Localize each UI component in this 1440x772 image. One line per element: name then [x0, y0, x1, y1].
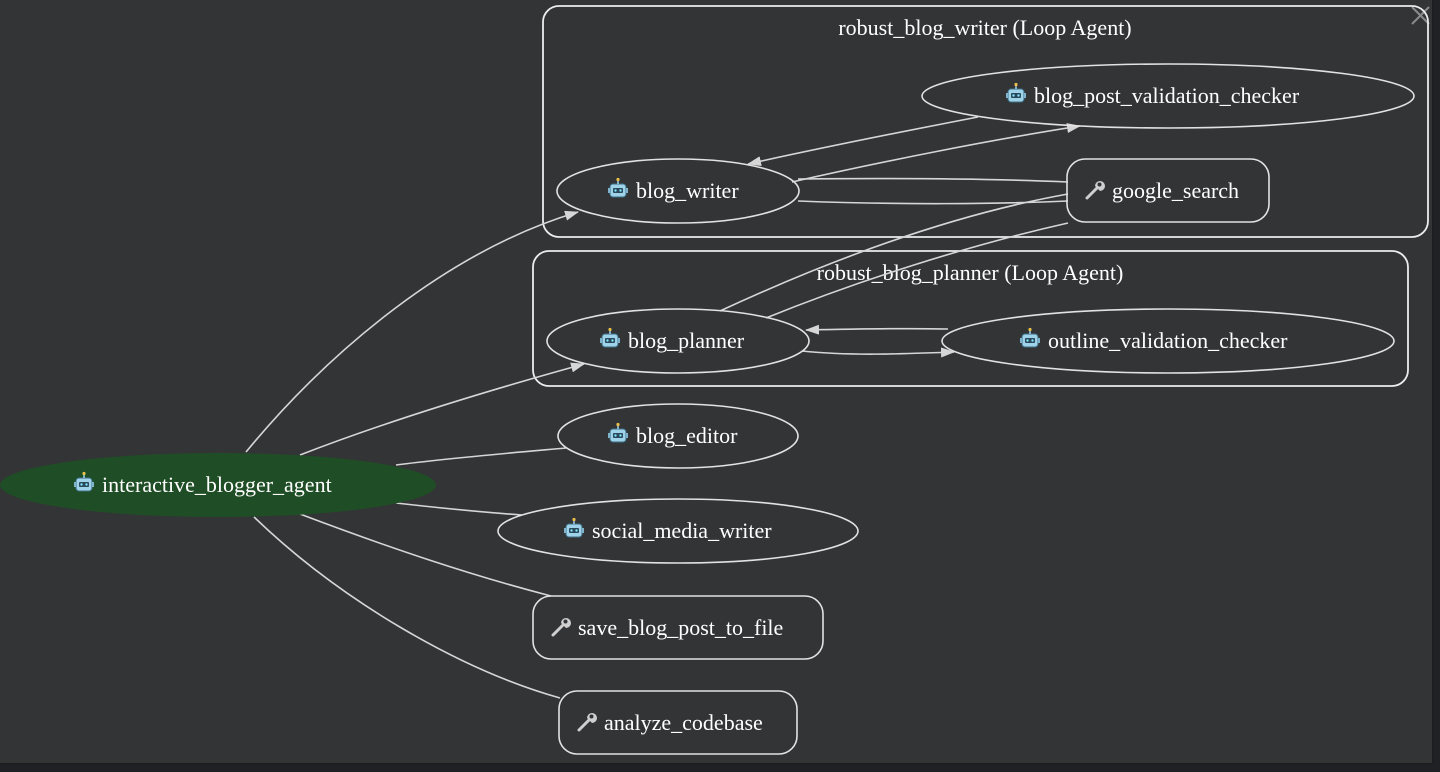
node-outline-validation-checker[interactable]: outline_validation_checker: [941, 308, 1395, 374]
node-label: blog_writer: [636, 178, 739, 203]
robot-icon: [563, 517, 585, 538]
cluster-title-writer: robust_blog_writer (Loop Agent): [838, 15, 1131, 40]
wrench-icon: [551, 616, 573, 637]
node-label: interactive_blogger_agent: [102, 472, 332, 497]
graph-canvas: robust_blog_writer (Loop Agent) robust_b…: [0, 0, 1434, 765]
robot-icon: [607, 177, 629, 198]
node-label: outline_validation_checker: [1048, 328, 1288, 353]
node-blog-planner[interactable]: blog_planner: [546, 308, 810, 374]
wrench-icon: [1085, 179, 1107, 200]
node-blog-writer[interactable]: blog_writer: [556, 158, 800, 224]
robot-icon: [1019, 327, 1041, 348]
cluster-robust-blog-planner: robust_blog_planner (Loop Agent): [532, 250, 1409, 387]
node-label: analyze_codebase: [604, 710, 763, 735]
node-interactive-blogger-agent[interactable]: interactive_blogger_agent: [0, 453, 436, 517]
node-label: save_blog_post_to_file: [578, 615, 783, 640]
node-label: social_media_writer: [592, 518, 772, 543]
edge-checker-to-planner: [805, 324, 949, 335]
edge-root-social-media-writer: [395, 502, 523, 516]
robot-icon: [599, 327, 621, 348]
agent-graph: robust_blog_writer (Loop Agent) robust_b…: [0, 5, 1430, 755]
robot-icon: [1005, 82, 1027, 103]
node-google-search[interactable]: google_search: [1066, 158, 1270, 223]
node-social-media-writer[interactable]: social_media_writer: [497, 498, 859, 564]
edge-writer-google-search-1: [797, 177, 1069, 183]
node-save-blog-post-to-file[interactable]: save_blog_post_to_file: [532, 595, 824, 660]
node-label: blog_post_validation_checker: [1034, 83, 1300, 108]
node-label: google_search: [1112, 178, 1239, 203]
node-blog-post-validation-checker[interactable]: blog_post_validation_checker: [921, 63, 1415, 129]
node-label: blog_planner: [628, 328, 745, 353]
node-label: blog_editor: [636, 423, 738, 448]
edge-root-blog-editor: [395, 447, 567, 466]
node-blog-editor[interactable]: blog_editor: [557, 403, 799, 469]
wrench-icon: [577, 711, 599, 732]
edges: [245, 116, 1081, 699]
edge-root-blog-planner: [299, 362, 585, 456]
edge-planner-to-checker: [801, 347, 955, 358]
node-analyze-codebase[interactable]: analyze_codebase: [558, 690, 798, 755]
edge-checker-to-writer: [747, 116, 979, 167]
edge-root-save-blog-post: [299, 513, 552, 597]
edge-writer-to-checker: [791, 123, 1081, 183]
robot-icon: [607, 422, 629, 443]
